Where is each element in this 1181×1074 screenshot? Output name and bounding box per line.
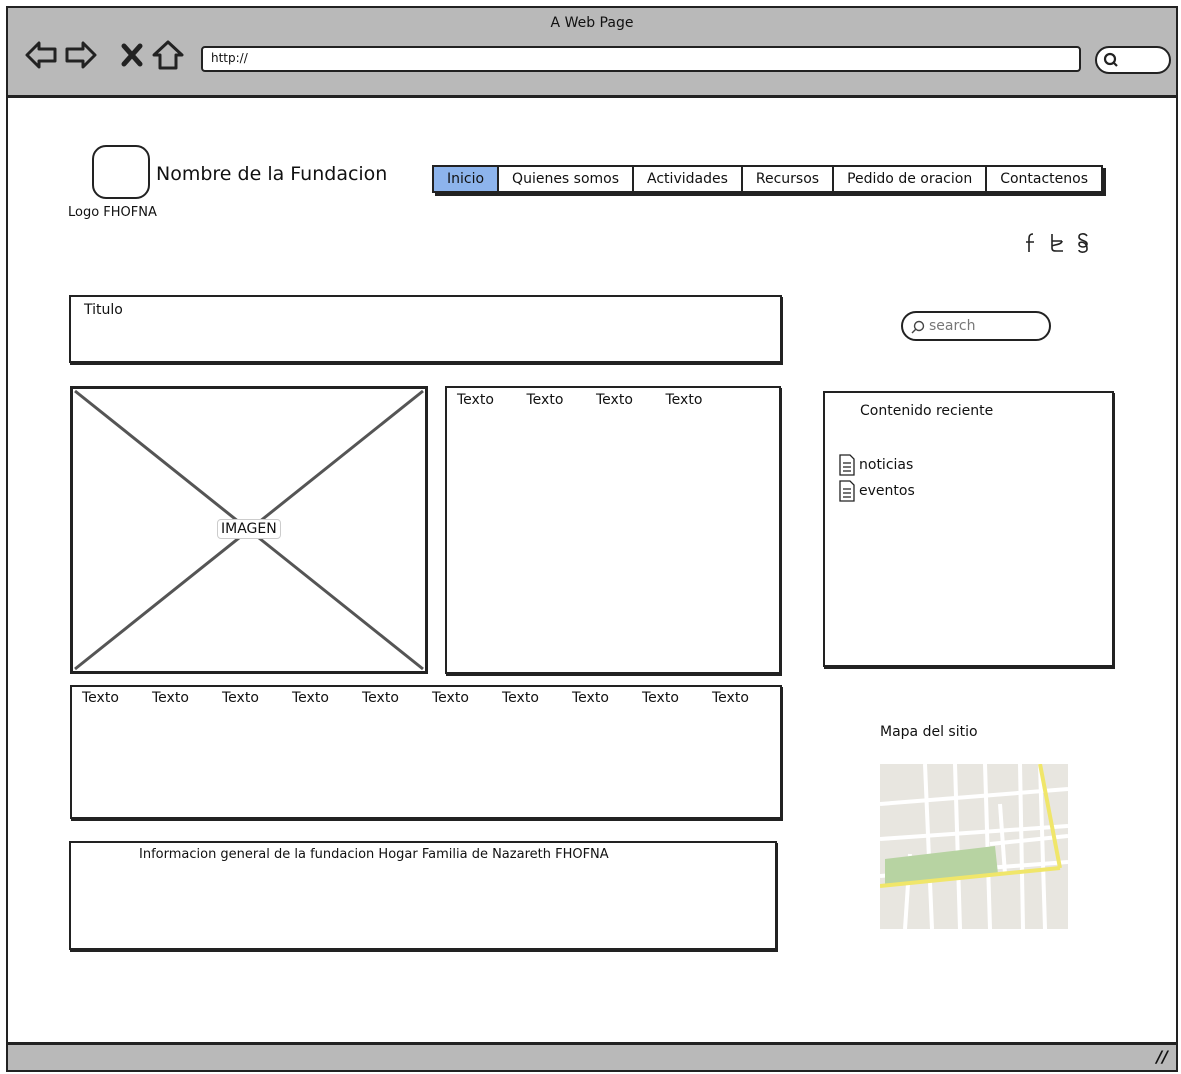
text-item: Texto (665, 392, 703, 408)
text-item: Texto (152, 690, 189, 706)
org-name: Nombre de la Fundacion (156, 163, 388, 185)
map-image[interactable] (880, 764, 1068, 929)
twitter-icon[interactable] (1048, 232, 1066, 254)
menu-item-quienes-somos[interactable]: Quienes somos (499, 167, 635, 191)
recent-item-label: eventos (859, 483, 915, 499)
info-text: Informacion general de la fundacion Hoga… (139, 847, 609, 862)
text-box-right: Texto Texto Texto Texto (445, 386, 781, 674)
text-item: Texto (712, 690, 749, 706)
info-box: Informacion general de la fundacion Hoga… (69, 841, 777, 950)
image-label: IMAGEN (217, 519, 281, 539)
menu-item-actividades[interactable]: Actividades (634, 167, 743, 191)
status-bar: // (8, 1042, 1176, 1070)
text-item: Texto (362, 690, 399, 706)
document-icon (839, 480, 855, 502)
text-item: Texto (432, 690, 469, 706)
text-item: Texto (642, 690, 679, 706)
menu-item-recursos[interactable]: Recursos (743, 167, 835, 191)
forward-arrow-icon[interactable] (64, 38, 98, 72)
text-item: Texto (596, 392, 633, 408)
logo-label: Logo FHOFNA (68, 205, 157, 220)
search-icon (1103, 52, 1118, 67)
search-placeholder: search (929, 318, 976, 334)
title-label: Titulo (84, 302, 123, 318)
search-input[interactable]: search (901, 311, 1051, 341)
text-item: Texto (526, 392, 564, 408)
menu-item-inicio[interactable]: Inicio (434, 167, 500, 191)
google-plus-icon[interactable] (1076, 232, 1090, 254)
recent-content-title: Contenido reciente (860, 403, 994, 419)
browser-window: A Web Page http:// Logo FHOFNA Nombre de… (6, 6, 1178, 1072)
home-icon[interactable] (151, 38, 185, 72)
document-icon (839, 454, 855, 476)
window-title: A Web Page (550, 15, 634, 31)
url-input[interactable]: http:// (201, 46, 1081, 72)
map-title: Mapa del sitio (880, 724, 978, 740)
recent-item-label: noticias (859, 457, 914, 473)
text-item: Texto (502, 690, 539, 706)
back-arrow-icon[interactable] (24, 38, 58, 72)
title-box: Titulo (69, 295, 782, 363)
menu-item-contactenos[interactable]: Contactenos (987, 167, 1101, 191)
text-item: Texto (222, 690, 259, 706)
resize-grip-icon[interactable]: // (1156, 1047, 1168, 1066)
search-icon (911, 320, 925, 334)
menu-item-pedido-de-oracion[interactable]: Pedido de oracion (834, 167, 988, 191)
text-box-wide: Texto Texto Texto Texto Texto Texto Text… (70, 685, 782, 819)
facebook-icon[interactable] (1024, 232, 1036, 254)
text-item: Texto (457, 392, 494, 408)
text-item: Texto (82, 690, 119, 706)
text-row: Texto Texto Texto Texto (457, 392, 735, 408)
recent-item-noticias[interactable]: noticias (838, 454, 913, 476)
browser-search-button[interactable] (1095, 46, 1171, 74)
main-menu: Inicio Quienes somos Actividades Recurso… (432, 165, 1104, 193)
recent-content-panel: Contenido reciente noticias eventos (823, 391, 1114, 667)
text-item: Texto (292, 690, 329, 706)
text-row: Texto Texto Texto Texto Texto Texto Text… (82, 690, 782, 706)
stop-x-icon[interactable] (116, 38, 150, 72)
logo-placeholder (92, 145, 150, 199)
image-placeholder: IMAGEN (70, 386, 428, 674)
browser-toolbar: A Web Page http:// (8, 8, 1176, 98)
text-item: Texto (572, 690, 609, 706)
recent-item-eventos[interactable]: eventos (838, 480, 915, 502)
